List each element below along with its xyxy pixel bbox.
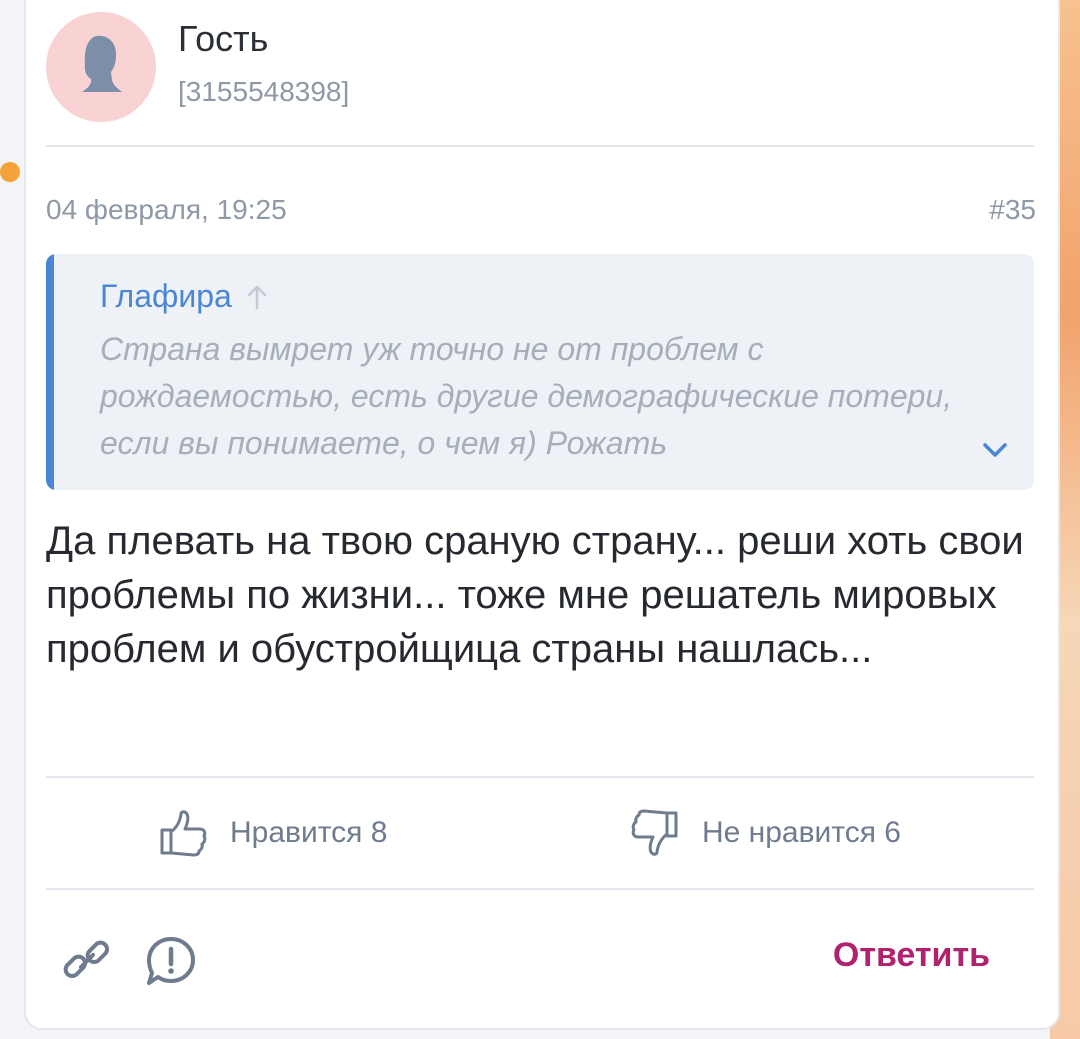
thumbs-down-icon — [631, 809, 678, 856]
chevron-down-icon[interactable] — [980, 440, 1010, 460]
dislike-label: Не нравится 6 — [702, 816, 901, 849]
link-icon[interactable] — [60, 934, 114, 988]
avatar[interactable] — [46, 12, 156, 122]
thumbs-up-icon — [160, 810, 207, 857]
post-number[interactable]: #35 — [989, 194, 1036, 226]
quoted-comment[interactable]: Глафира Страна вымрет уж точно не от про… — [46, 254, 1034, 490]
divider — [46, 776, 1034, 778]
report-icon[interactable] — [144, 934, 198, 988]
arrow-up-icon — [247, 285, 267, 309]
reply-button[interactable]: Ответить — [833, 936, 990, 975]
user-silhouette-icon — [82, 35, 122, 92]
author-id: [3155548398] — [178, 76, 350, 107]
like-label: Нравится 8 — [230, 816, 388, 849]
quote-text: Страна вымрет уж точно не от проблем с р… — [100, 331, 953, 461]
quote-author-row[interactable]: Глафира — [100, 278, 268, 315]
dislike-button[interactable]: Не нравится 6 — [630, 808, 901, 858]
post-date: 04 февраля, 19:25 — [46, 194, 287, 225]
quote-author: Глафира — [100, 278, 232, 314]
like-button[interactable]: Нравится 8 — [158, 808, 387, 858]
background-dot — [0, 162, 20, 182]
divider — [46, 888, 1034, 890]
author-name[interactable]: Гость — [178, 18, 268, 60]
quote-bar — [46, 254, 54, 490]
divider — [46, 145, 1034, 147]
comment-body: Да плевать на твою сраную страну... реши… — [46, 519, 1024, 671]
